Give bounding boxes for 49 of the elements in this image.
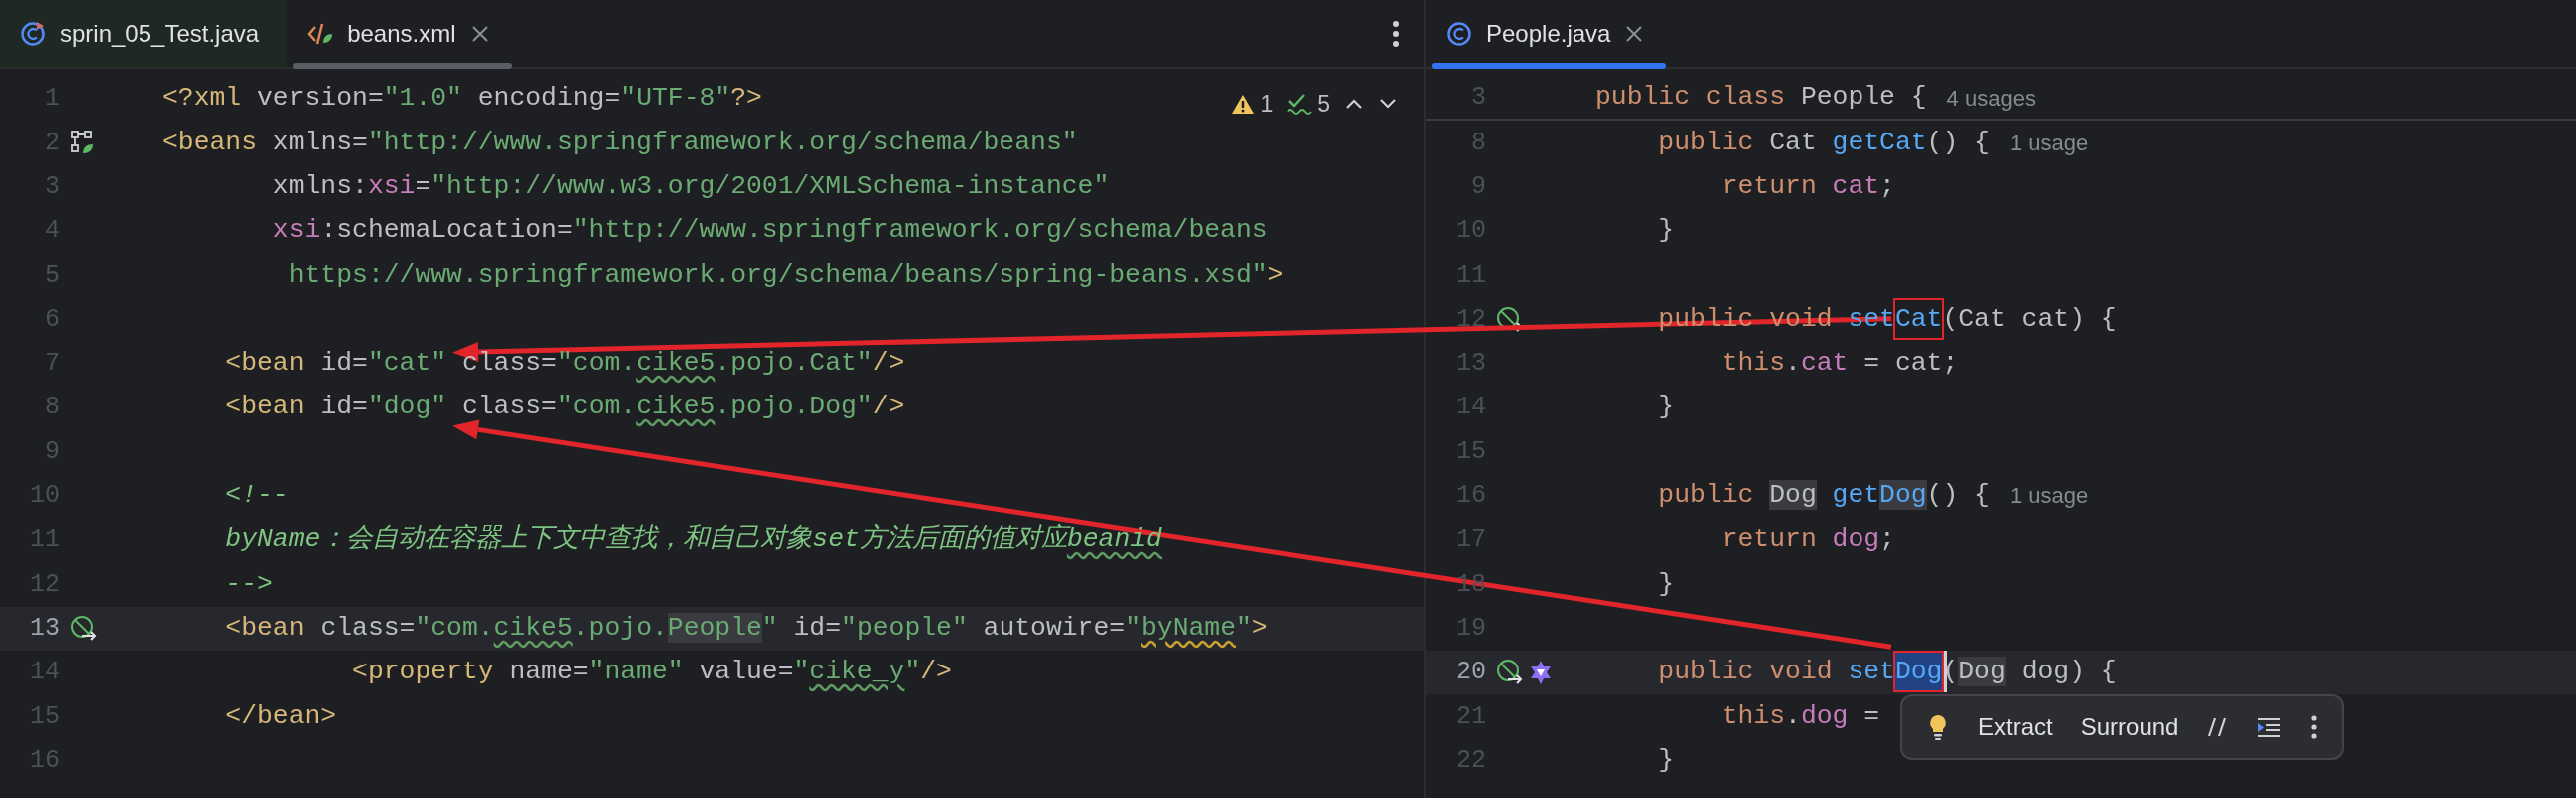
editor-tab[interactable]: People.java [1426,0,1673,67]
code-line: this.dog = [1720,699,1880,733]
inspection-counter[interactable]: 1 [1231,87,1274,122]
code-line: <property name="name" value="cike_y"/> [351,656,952,689]
comment-icon[interactable] [2206,715,2229,739]
editor-tab[interactable]: sprin_05_Test.java [0,0,288,67]
code-line: return cat; [1720,169,1895,203]
line-number: 13 [29,612,60,645]
code-line: <!-- [224,479,289,512]
check-icon [1287,92,1313,117]
warning-icon [1231,93,1256,116]
action-button[interactable]: Surround [2080,709,2179,745]
code-line: xmlns:xsi="http://www.w3.org/2001/XMLSchema-instance" [271,169,1110,203]
code-line: } [1657,391,1675,424]
code-line: return dog; [1720,523,1895,557]
code-line: <bean id="dog" class="com.cike5.pojo.Dog"/> [224,391,905,424]
close-icon[interactable] [469,23,490,44]
action-button[interactable]: Extract [1978,709,2053,745]
code-line: xsi:schemaLocation="http://www.springframework.org/schema/beans [271,214,1268,248]
editor-tab[interactable]: beans.xml [287,0,518,67]
code-line: } [1657,567,1675,601]
code-line: <bean id="cat" class="com.cike5.pojo.Cat"/> [224,347,905,381]
code-line: } [1657,214,1675,248]
usage-hint: 1 usage [2009,129,2089,157]
code-line: </bean> [224,699,337,733]
code-line: <bean class="com.cike5.pojo.People" id="people" autowire="byName"> [224,611,1268,645]
line-number: 20 [1455,657,1486,689]
more-icon[interactable] [2310,714,2319,740]
test-class-icon [20,20,46,47]
code-line: https://www.springframework.org/schema/beans/spring-beans.xsd"> [287,258,1284,292]
code-line: } [1657,743,1675,777]
indent-icon[interactable] [2256,715,2283,739]
code-line: <beans xmlns="http://www.springframework.org/schema/beans" [162,126,1078,159]
code-line: public void setDog(Dog dog) { [1595,653,2117,692]
code-line: byName：会自动在容器上下文中查找，和自己对象set方法后面的值对应beanid [224,522,1162,557]
bean-icon [70,130,96,156]
close-icon[interactable] [1624,23,1645,44]
inspection-counter[interactable]: 5 [1287,87,1330,122]
code-line: public Dog getDog() { [1657,479,1990,513]
class-icon [1446,20,1472,47]
code-line: this.cat = cat; [1720,347,1959,381]
usage-hint: 4 usages [1946,84,2036,113]
code-line: public class People { [1595,81,1927,115]
code-line: public Cat getCat() { [1657,126,1990,159]
star-icon [1528,659,1554,686]
code-line: --> [224,567,273,601]
usage-hint: 1 usage [2009,482,2089,511]
code-line: <?xml version="1.0" encoding="UTF-8"?> [162,82,762,116]
more-icon[interactable] [1392,19,1400,48]
